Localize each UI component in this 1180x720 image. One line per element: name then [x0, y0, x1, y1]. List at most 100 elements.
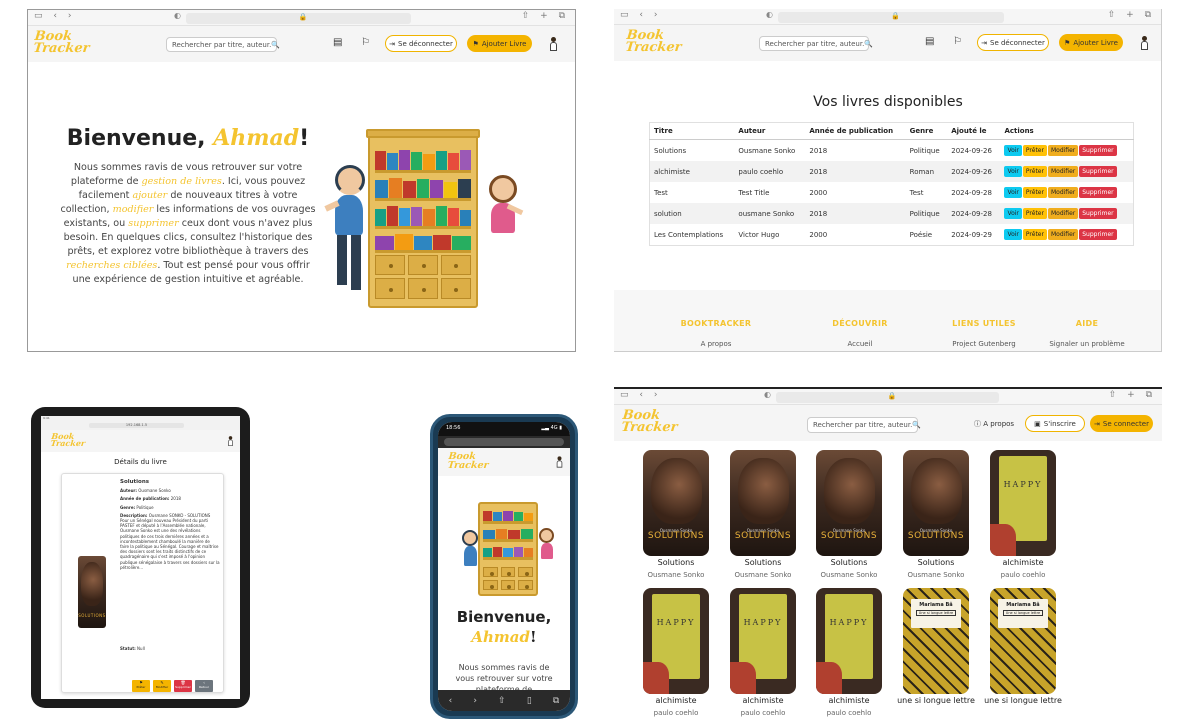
address-bar[interactable]: 🔒	[776, 392, 999, 403]
forward-icon[interactable]: ›	[473, 696, 477, 706]
book-cover[interactable]: HAPPY	[730, 588, 796, 694]
booktracker-logo[interactable]: Book Tracker	[50, 431, 86, 448]
footer-link[interactable]: Signaler un problème	[1027, 340, 1147, 348]
navbar: Book Tracker Rechercher par titre, auteur…	[28, 26, 575, 62]
login-button[interactable]: ⇥ Se connecter	[1090, 415, 1153, 432]
bookmarks-icon[interactable]: ▯	[527, 696, 532, 706]
book-cover[interactable]: Ousmane Sonko SOLUTIONS	[903, 450, 969, 556]
booktracker-logo[interactable]: Book Tracker	[33, 29, 92, 56]
share-icon[interactable]: ⇧	[498, 696, 506, 706]
book-card[interactable]: HAPPY alchimiste paulo coehlo	[723, 588, 803, 720]
book-card[interactable]: HAPPY alchimiste paulo coehlo	[809, 588, 889, 720]
signup-button[interactable]: ▣ S'inscrire	[1025, 415, 1085, 432]
back-button[interactable]: ‹ Retour	[195, 680, 213, 692]
address-bar[interactable]: 🔒	[186, 13, 411, 24]
phone-address-bar[interactable]	[444, 438, 564, 446]
book-card[interactable]: Mariama Bâ Une si longue lettre une si lon…	[983, 588, 1063, 720]
cover-title: HAPPY	[1003, 480, 1043, 490]
book-cover[interactable]: Mariama Bâ Une si longue lettre	[990, 588, 1056, 694]
actions-cell: Voir Prêter Modifier Supprimer	[1000, 182, 1133, 203]
delete-button[interactable]: Supprimer	[1079, 145, 1117, 156]
user-avatar[interactable]	[228, 436, 233, 446]
book-cover[interactable]: Mariama Bâ Une si longue lettre	[903, 588, 969, 694]
bookmark-icon[interactable]: ⚐	[361, 37, 370, 48]
share-newtab-tabs-icons[interactable]: ⇧ + ⧉	[1108, 10, 1155, 20]
view-button[interactable]: Voir	[1004, 166, 1022, 177]
book-cover[interactable]: Ousmane Sonko SOLUTIONS	[816, 450, 882, 556]
welcome-username: Ahmad!	[471, 628, 537, 646]
back-icon[interactable]: ‹	[449, 696, 453, 706]
about-link[interactable]: ⓘ A propos	[974, 419, 1014, 429]
book-cover[interactable]: Ousmane Sonko SOLUTIONS	[643, 450, 709, 556]
privacy-shield-icon: ◐	[174, 11, 181, 20]
lend-button[interactable]: Prêter	[1022, 229, 1047, 240]
book-card[interactable]: Ousmane Sonko SOLUTIONS Solutions Ousmane S…	[723, 450, 803, 585]
tabs-icon[interactable]: ⧉	[553, 696, 559, 706]
share-newtab-tabs-icons[interactable]: ⇧ + ⧉	[1109, 390, 1156, 400]
lend-button[interactable]: ⚑ Prêter	[132, 680, 150, 692]
list-icon[interactable]: ▤	[333, 37, 342, 48]
book-cover[interactable]: HAPPY	[643, 588, 709, 694]
catalog-window: ▭ ‹ › ◐ 🔒 ⇧ + ⧉ Book Tracker Rechercher p…	[614, 387, 1162, 720]
delete-button[interactable]: 🗑 Supprimer	[174, 680, 192, 692]
edit-button[interactable]: Modifier	[1047, 166, 1079, 177]
sidebar-back-forward-icons[interactable]: ▭ ‹ ›	[620, 390, 661, 400]
button-label: Modifier	[155, 685, 169, 689]
view-button[interactable]: Voir	[1004, 187, 1022, 198]
edit-button[interactable]: ✎ Modifier	[153, 680, 171, 692]
delete-button[interactable]: Supprimer	[1079, 208, 1117, 219]
footer: BOOKTRACKER A propos DÉCOUVRIR Accueil LIENS…	[614, 290, 1161, 351]
book-card[interactable]: HAPPY alchimiste paulo coehlo	[636, 588, 716, 720]
search-input[interactable]: Rechercher par titre, auteur. 🔍	[166, 37, 280, 52]
booktracker-logo[interactable]: Book Tracker	[621, 408, 680, 435]
search-input[interactable]: Rechercher par titre, auteur. 🔍	[807, 417, 921, 433]
footer-link[interactable]: Accueil	[800, 340, 920, 348]
lend-button[interactable]: Prêter	[1022, 145, 1047, 156]
lend-button[interactable]: Prêter	[1022, 208, 1047, 219]
view-button[interactable]: Voir	[1004, 208, 1022, 219]
table-cell: Test	[654, 188, 668, 197]
tablet-address-bar[interactable]: 192.168.1.5	[89, 423, 184, 428]
table-body: Solutions Ousmane Sonko 2018 Politique 2024-…	[649, 140, 1134, 246]
search-input[interactable]: Rechercher par titre, auteur. 🔍	[759, 36, 873, 51]
book-card[interactable]: Ousmane Sonko SOLUTIONS Solutions Ousmane S…	[896, 450, 976, 585]
address-bar[interactable]: 🔒	[778, 12, 1004, 23]
book-detail-title: Solutions	[120, 479, 150, 485]
booktracker-logo[interactable]: Book Tracker	[625, 28, 684, 55]
user-avatar[interactable]	[550, 37, 557, 51]
book-cover[interactable]: Ousmane Sonko SOLUTIONS	[730, 450, 796, 556]
booktracker-logo[interactable]: Book Tracker	[447, 451, 490, 471]
add-book-button[interactable]: ⚑ Ajouter Livre	[1059, 34, 1123, 51]
book-card[interactable]: Ousmane Sonko SOLUTIONS Solutions Ousmane S…	[809, 450, 889, 585]
delete-button[interactable]: Supprimer	[1079, 187, 1117, 198]
view-button[interactable]: Voir	[1004, 145, 1022, 156]
list-icon[interactable]: ▤	[925, 36, 934, 47]
user-avatar[interactable]	[1141, 36, 1148, 50]
logout-button[interactable]: ⇥ Se déconnecter	[977, 34, 1049, 51]
lend-button[interactable]: Prêter	[1022, 166, 1047, 177]
edit-button[interactable]: Modifier	[1047, 145, 1079, 156]
delete-button[interactable]: Supprimer	[1079, 166, 1117, 177]
view-button[interactable]: Voir	[1004, 229, 1022, 240]
book-cover[interactable]: HAPPY	[990, 450, 1056, 556]
add-book-button[interactable]: ⚑ Ajouter Livre	[467, 35, 532, 52]
user-avatar[interactable]	[556, 456, 563, 468]
footer-link[interactable]: A propos	[656, 340, 776, 348]
book-card[interactable]: HAPPY alchimiste paulo coehlo	[983, 450, 1063, 585]
lend-button[interactable]: Prêter	[1022, 187, 1047, 198]
bookmark-icon[interactable]: ⚐	[953, 36, 962, 47]
sidebar-back-forward-icons[interactable]: ▭ ‹ ›	[620, 10, 661, 20]
sidebar-back-forward-icons[interactable]: ▭ ‹ ›	[34, 11, 75, 21]
edit-button[interactable]: Modifier	[1047, 208, 1079, 219]
edit-button[interactable]: Modifier	[1047, 229, 1079, 240]
edit-button[interactable]: Modifier	[1047, 187, 1079, 198]
book-cover[interactable]: HAPPY	[816, 588, 882, 694]
logout-button[interactable]: ⇥ Se déconnecter	[385, 35, 457, 52]
footer-link[interactable]: Project Gutenberg	[924, 340, 1044, 348]
privacy-shield-icon: ◐	[764, 390, 771, 399]
share-newtab-tabs-icons[interactable]: ⇧ + ⧉	[522, 11, 569, 21]
book-card[interactable]: Mariama Bâ Une si longue lettre une si lon…	[896, 588, 976, 720]
delete-button[interactable]: Supprimer	[1079, 229, 1117, 240]
book-card[interactable]: Ousmane Sonko SOLUTIONS Solutions Ousmane S…	[636, 450, 716, 585]
browser-toolbar: ▭ ‹ › ◐ 🔒 ⇧ + ⧉	[28, 10, 575, 26]
